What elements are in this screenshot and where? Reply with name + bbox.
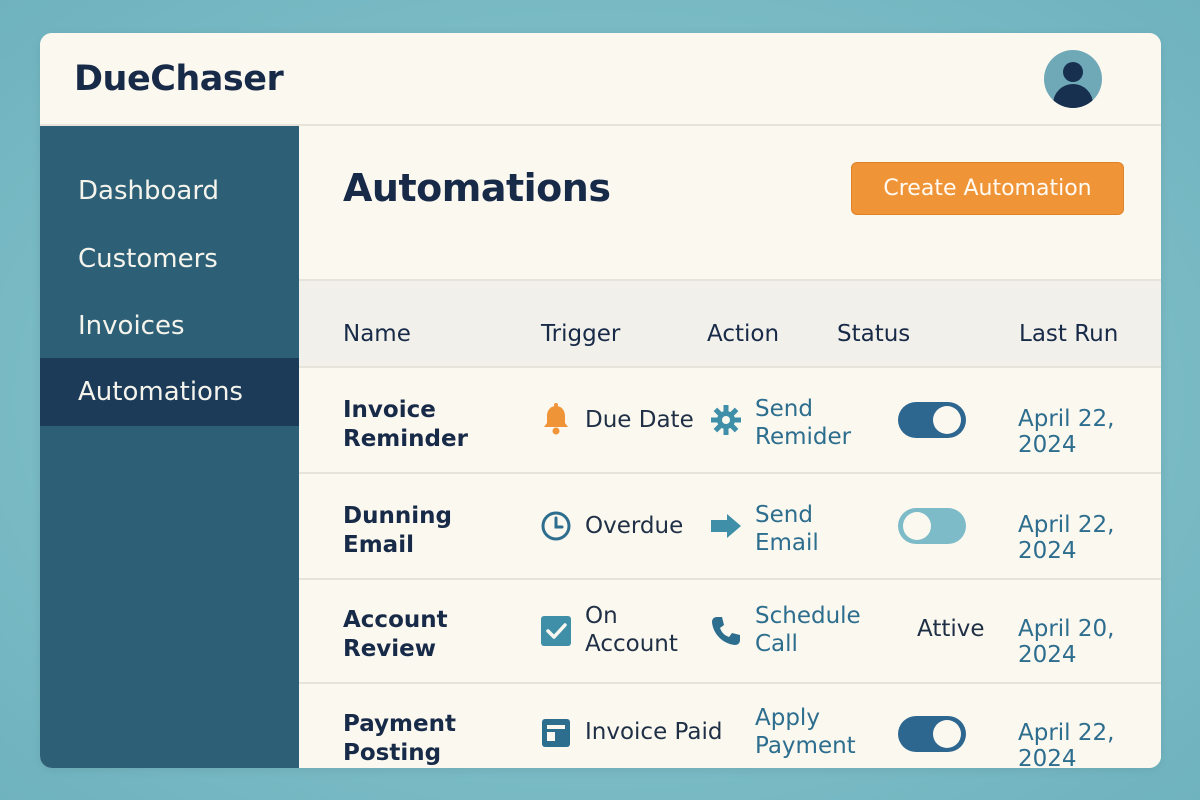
phone-icon	[712, 617, 740, 645]
app-window: DueChaser Dashboard Customers Invoices A…	[40, 33, 1161, 768]
gear-icon	[711, 405, 741, 435]
clock-icon	[541, 511, 571, 541]
last-run-date: April 22, 2024	[1018, 406, 1115, 458]
main-content: Automations Create Automation Name Trigg…	[299, 126, 1161, 768]
sidebar-item-dashboard[interactable]: Dashboard	[40, 157, 299, 225]
sidebar: Dashboard Customers Invoices Automations	[40, 126, 299, 768]
table-row[interactable]: Payment Posting Invoice Paid Apply Payme…	[299, 684, 1161, 768]
action-label: Send Remider	[755, 396, 852, 450]
last-run-date: April 22, 2024	[1018, 512, 1115, 564]
column-header-trigger[interactable]: Trigger	[541, 321, 620, 347]
toggle-knob	[903, 512, 931, 540]
column-header-status[interactable]: Status	[837, 321, 910, 347]
toggle-knob	[933, 720, 961, 748]
column-header-action[interactable]: Action	[707, 321, 779, 347]
checkbox-icon	[541, 616, 571, 646]
automation-name: Invoice Reminder	[343, 397, 468, 452]
arrow-right-icon	[711, 514, 741, 538]
action-label: Apply Payment	[755, 705, 856, 759]
status-toggle[interactable]	[898, 508, 966, 544]
automation-name: Dunning Email	[343, 503, 452, 558]
last-run-date: April 22, 2024	[1018, 720, 1115, 768]
trigger-label: Due Date	[585, 407, 694, 433]
status-text: Attive	[917, 616, 985, 642]
automation-name: Account Review	[343, 607, 448, 662]
trigger-label: Invoice Paid	[585, 719, 723, 745]
avatar-body	[1053, 84, 1093, 108]
top-bar: DueChaser	[40, 33, 1161, 126]
user-avatar[interactable]	[1044, 50, 1102, 108]
table-row[interactable]: Dunning Email Overdue Send Email April 2…	[299, 476, 1161, 580]
table-row[interactable]: Invoice Reminder Due Date Send Remider A…	[299, 370, 1161, 474]
status-toggle[interactable]	[898, 402, 966, 438]
table-header: Name Trigger Action Status Last Run	[299, 279, 1161, 368]
column-header-last-run[interactable]: Last Run	[1019, 321, 1118, 347]
column-header-name[interactable]: Name	[343, 321, 411, 347]
action-label: Send Email	[755, 502, 819, 556]
toggle-knob	[933, 406, 961, 434]
action-label: Schedule Call	[755, 603, 861, 657]
invoice-icon	[542, 719, 570, 747]
create-automation-button[interactable]: Create Automation	[851, 162, 1124, 215]
automation-name: Payment Posting	[343, 711, 456, 766]
sidebar-item-automations[interactable]: Automations	[40, 358, 299, 426]
trigger-label: On Account	[585, 603, 678, 657]
status-toggle[interactable]	[898, 716, 966, 752]
avatar-head	[1063, 62, 1083, 82]
trigger-label: Overdue	[585, 513, 684, 539]
app-logo: DueChaser	[74, 59, 284, 99]
sidebar-item-invoices[interactable]: Invoices	[40, 292, 299, 360]
sidebar-item-customers[interactable]: Customers	[40, 225, 299, 293]
bell-icon	[544, 403, 568, 435]
table-row[interactable]: Account Review On Account Schedule Call …	[299, 580, 1161, 684]
page-title: Automations	[343, 166, 611, 210]
last-run-date: April 20, 2024	[1018, 616, 1115, 668]
